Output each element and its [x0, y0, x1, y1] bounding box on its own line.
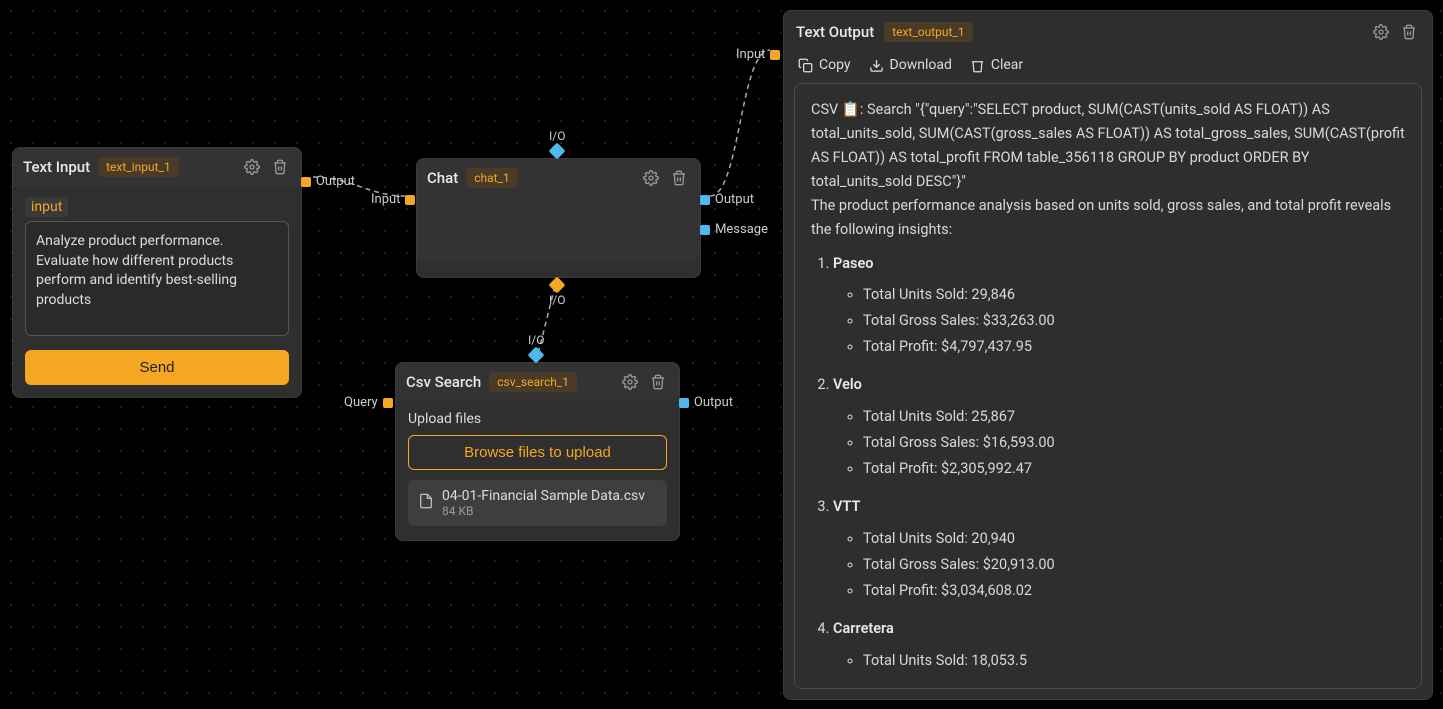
copy-button[interactable]: Copy [798, 57, 851, 73]
text-input-title: Text Input [23, 158, 90, 176]
product-item: VTTTotal Units Sold: 20,940Total Gross S… [833, 495, 1405, 603]
output-content[interactable]: CSV 📋: Search "{"query":"SELECT product,… [794, 83, 1422, 689]
text-output-panel[interactable]: Text Output text_output_1 Input Copy [783, 10, 1433, 700]
trash-icon[interactable] [647, 371, 669, 393]
download-button[interactable]: Download [869, 57, 952, 73]
product-metric: Total Units Sold: 25,867 [863, 405, 1405, 429]
gear-icon[interactable] [1370, 21, 1392, 43]
text-output-input-port[interactable]: Input [736, 47, 780, 62]
text-input-output-port[interactable]: Output [301, 174, 355, 189]
csv-search-node[interactable]: Csv Search csv_search_1 Upload files Bro… [395, 362, 680, 541]
upload-label: Upload files [408, 411, 667, 427]
send-button[interactable]: Send [25, 350, 289, 385]
chat-body [417, 197, 700, 262]
file-chip[interactable]: 04-01-Financial Sample Data.csv 84 KB [408, 480, 667, 526]
product-metric: Total Units Sold: 20,940 [863, 527, 1405, 551]
product-metric: Total Profit: $4,797,437.95 [863, 335, 1405, 359]
gear-icon[interactable] [619, 371, 641, 393]
product-metric: Total Units Sold: 18,053.5 [863, 649, 1405, 673]
file-icon [418, 493, 434, 513]
product-item: VeloTotal Units Sold: 25,867Total Gross … [833, 373, 1405, 481]
trash-icon[interactable] [1398, 21, 1420, 43]
text-input-node[interactable]: Text Input text_input_1 input Send Outpu… [12, 147, 302, 398]
csv-io-top-port[interactable]: I/O [528, 333, 544, 361]
input-textarea[interactable] [25, 221, 289, 336]
input-label: input [25, 197, 68, 217]
csv-search-tag: csv_search_1 [489, 372, 577, 392]
output-toolbar: Copy Download Clear [784, 53, 1432, 83]
output-intro: The product performance analysis based o… [811, 194, 1405, 242]
csv-query-port[interactable]: Query [344, 395, 393, 410]
chat-input-port[interactable]: Input [371, 192, 415, 207]
chat-header[interactable]: Chat chat_1 [417, 159, 700, 197]
canvas[interactable]: Text Input text_input_1 input Send Outpu… [0, 0, 1443, 709]
trash-icon[interactable] [668, 167, 690, 189]
gear-icon[interactable] [640, 167, 662, 189]
clear-button[interactable]: Clear [970, 57, 1023, 73]
product-item: PaseoTotal Units Sold: 29,846Total Gross… [833, 252, 1405, 360]
gear-icon[interactable] [241, 156, 263, 178]
product-metric: Total Profit: $3,034,608.02 [863, 579, 1405, 603]
text-input-header[interactable]: Text Input text_input_1 [13, 148, 301, 186]
product-metric: Total Units Sold: 29,846 [863, 283, 1405, 307]
text-input-tag: text_input_1 [98, 157, 179, 177]
browse-button[interactable]: Browse files to upload [408, 435, 667, 470]
chat-message-port[interactable]: Message [700, 222, 768, 237]
file-name: 04-01-Financial Sample Data.csv [442, 488, 645, 504]
product-item: CarreteraTotal Units Sold: 18,053.5 [833, 617, 1405, 673]
product-metric: Total Gross Sales: $16,593.00 [863, 431, 1405, 455]
csv-output-port[interactable]: Output [679, 395, 733, 410]
product-metric: Total Gross Sales: $20,913.00 [863, 553, 1405, 577]
product-metric: Total Gross Sales: $33,263.00 [863, 309, 1405, 333]
product-metric: Total Profit: $2,305,992.47 [863, 457, 1405, 481]
text-output-header[interactable]: Text Output text_output_1 [784, 11, 1432, 53]
chat-tag: chat_1 [466, 168, 518, 188]
product-list: PaseoTotal Units Sold: 29,846Total Gross… [811, 252, 1405, 673]
chat-io-bottom-port[interactable]: I/O [549, 279, 565, 307]
chat-output-port[interactable]: Output [700, 192, 754, 207]
csv-search-title: Csv Search [406, 373, 481, 391]
chat-io-top-port[interactable]: I/O [549, 129, 565, 157]
text-output-tag: text_output_1 [884, 22, 972, 42]
trash-icon[interactable] [269, 156, 291, 178]
csv-search-header[interactable]: Csv Search csv_search_1 [396, 363, 679, 401]
output-preface: CSV 📋: Search "{"query":"SELECT product,… [811, 98, 1405, 194]
chat-node[interactable]: Chat chat_1 I/O I/O Input [416, 158, 701, 278]
file-size: 84 KB [442, 504, 645, 518]
chat-title: Chat [427, 169, 458, 187]
text-output-title: Text Output [796, 23, 874, 41]
